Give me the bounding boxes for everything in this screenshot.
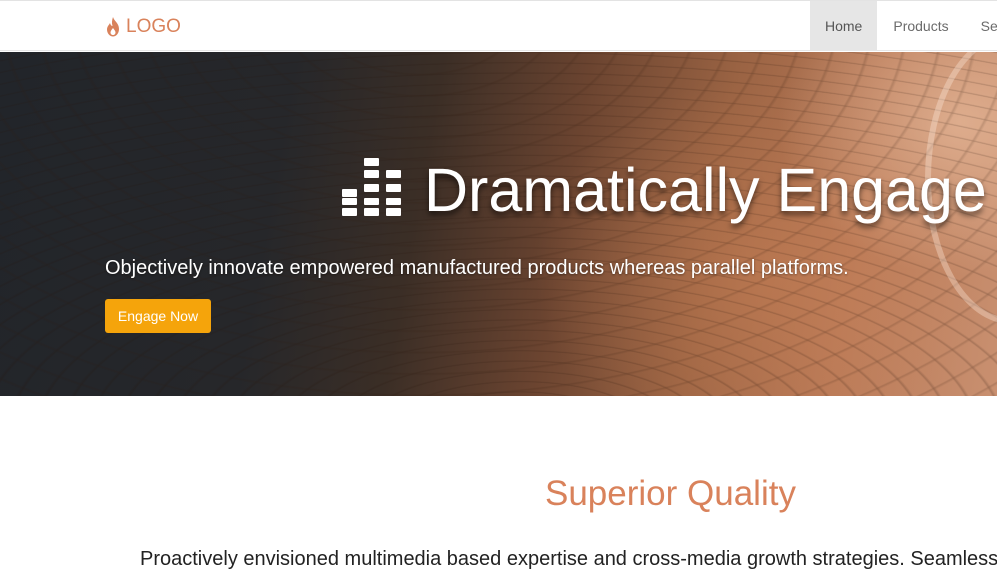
- logo-link[interactable]: LOGO: [105, 16, 181, 38]
- flame-icon: [105, 17, 121, 37]
- section-text: Proactively envisioned multimedia based …: [140, 548, 997, 570]
- hero-heading: Dramatically Engage: [342, 150, 987, 230]
- main-nav: Home Products Services: [810, 1, 997, 50]
- logo-text: LOGO: [126, 16, 181, 37]
- nav-item-products[interactable]: Products: [877, 1, 964, 50]
- hero-banner: Dramatically Engage Objectively innovate…: [0, 52, 997, 396]
- nav-item-services[interactable]: Services: [965, 1, 997, 50]
- hero-subtitle: Objectively innovate empowered manufactu…: [105, 257, 849, 279]
- equalizer-icon: [342, 157, 402, 223]
- engage-now-button[interactable]: Engage Now: [105, 299, 211, 333]
- hero-title: Dramatically Engage: [424, 156, 987, 224]
- nav-item-home[interactable]: Home: [810, 1, 878, 50]
- site-header: LOGO Home Products Services: [0, 0, 997, 51]
- section-title: Superior Quality: [545, 474, 796, 513]
